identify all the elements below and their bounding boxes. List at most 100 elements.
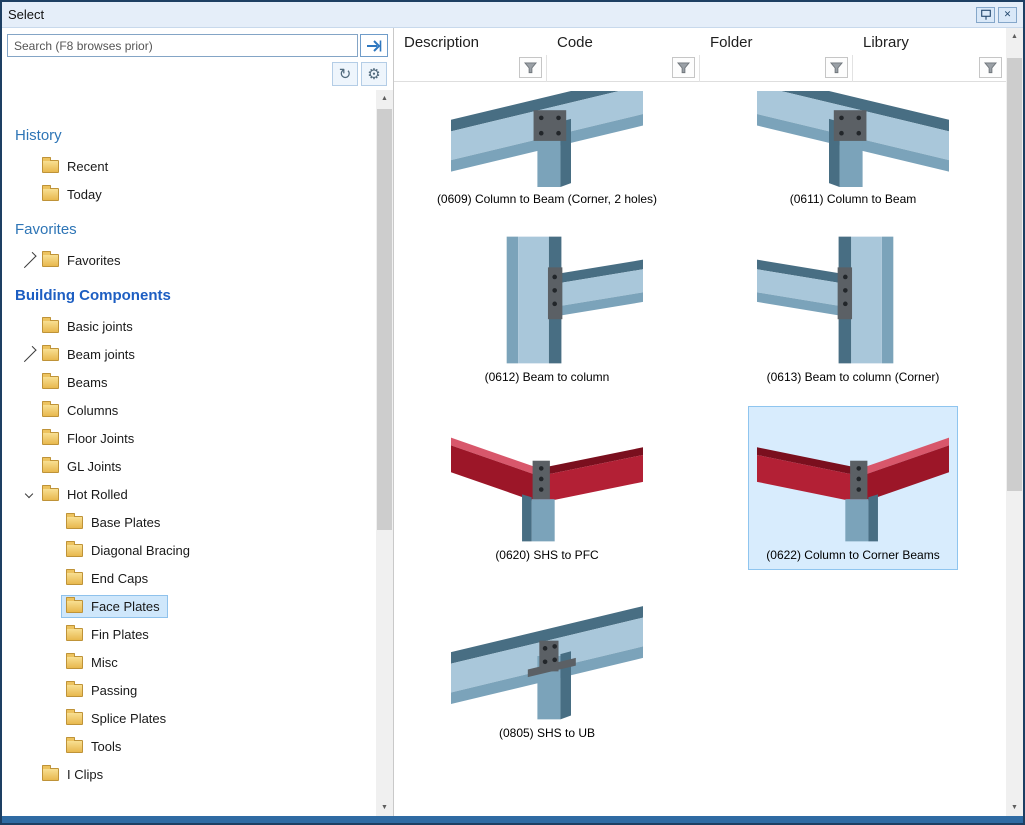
column-header-library[interactable]: Library bbox=[853, 28, 1006, 55]
column-header-description[interactable]: Description bbox=[394, 28, 547, 55]
tree-item-end-caps[interactable]: End Caps bbox=[2, 564, 376, 592]
tree-item-hot-rolled[interactable]: Hot Rolled bbox=[2, 480, 376, 508]
gear-icon: ⚙ bbox=[367, 65, 380, 83]
tree-item-gl-joints[interactable]: GL Joints bbox=[2, 452, 376, 480]
thumbnail bbox=[451, 235, 643, 365]
arrow-right-icon bbox=[366, 39, 382, 53]
filter-funnel-icon bbox=[524, 62, 537, 74]
tree-item-base-plates[interactable]: Base Plates bbox=[2, 508, 376, 536]
settings-button[interactable]: ⚙ bbox=[361, 62, 387, 86]
column-header-folder[interactable]: Folder bbox=[700, 28, 853, 55]
result-item-0620[interactable]: (0620) SHS to PFC bbox=[442, 406, 652, 570]
tree-item-misc[interactable]: Misc bbox=[2, 648, 376, 676]
chevron-right-icon[interactable] bbox=[20, 346, 36, 362]
tree-item-today[interactable]: Today bbox=[2, 180, 376, 208]
close-icon: ✕ bbox=[1004, 10, 1012, 19]
thumbnail bbox=[451, 91, 643, 187]
tree-item-fin-plates[interactable]: Fin Plates bbox=[2, 620, 376, 648]
tree-item-face-plates[interactable]: Face Plates bbox=[2, 592, 376, 620]
tree-item-beams[interactable]: Beams bbox=[2, 368, 376, 396]
filter-description-button[interactable] bbox=[519, 57, 542, 78]
folder-icon bbox=[66, 712, 83, 725]
tree-section-history[interactable]: History bbox=[2, 114, 376, 152]
tree-toolbar: ↻ ⚙ bbox=[7, 62, 387, 86]
folder-icon bbox=[66, 740, 83, 753]
result-caption: (0620) SHS to PFC bbox=[495, 548, 598, 563]
joint-thumbnail-image bbox=[451, 91, 643, 187]
tree-item-tools[interactable]: Tools bbox=[2, 732, 376, 760]
search-row bbox=[7, 34, 388, 57]
window-title: Select bbox=[8, 7, 44, 22]
folder-icon bbox=[66, 628, 83, 641]
component-tree: History Recent Today Favorites bbox=[2, 90, 376, 816]
folder-icon bbox=[42, 488, 59, 501]
tree-item-favorites[interactable]: Favorites bbox=[2, 246, 376, 274]
tree-section-favorites[interactable]: Favorites bbox=[2, 208, 376, 246]
result-caption: (0612) Beam to column bbox=[485, 370, 610, 385]
chevron-right-icon[interactable] bbox=[20, 252, 36, 268]
thumbnail bbox=[757, 91, 949, 187]
column-header-code[interactable]: Code bbox=[547, 28, 700, 55]
scroll-down-icon[interactable]: ▼ bbox=[376, 799, 393, 816]
thumbnail bbox=[757, 235, 949, 365]
joint-thumbnail-image bbox=[451, 591, 643, 721]
folder-icon bbox=[66, 600, 83, 613]
results-scrollbar[interactable]: ▲ ▼ bbox=[1006, 28, 1023, 816]
joint-thumbnail-image bbox=[757, 235, 949, 365]
joint-thumbnail-image bbox=[757, 91, 949, 187]
tree-item-basic-joints[interactable]: Basic joints bbox=[2, 312, 376, 340]
tree-item-diagonal-bracing[interactable]: Diagonal Bracing bbox=[2, 536, 376, 564]
tree-item-passing[interactable]: Passing bbox=[2, 676, 376, 704]
folder-icon bbox=[66, 572, 83, 585]
result-caption: (0609) Column to Beam (Corner, 2 holes) bbox=[437, 192, 657, 207]
search-input[interactable] bbox=[7, 34, 358, 57]
results-scrollbar-thumb[interactable] bbox=[1007, 58, 1022, 491]
folder-icon bbox=[42, 432, 59, 445]
tree-scrollbar-thumb[interactable] bbox=[377, 109, 392, 530]
folder-icon bbox=[66, 684, 83, 697]
filter-code-button[interactable] bbox=[672, 57, 695, 78]
tree-item-recent[interactable]: Recent bbox=[2, 152, 376, 180]
folder-icon bbox=[42, 188, 59, 201]
titlebar: Select ✕ bbox=[2, 2, 1023, 28]
column-description: Description bbox=[394, 28, 547, 81]
folder-icon bbox=[42, 254, 59, 267]
column-code: Code bbox=[547, 28, 700, 81]
result-caption: (0805) SHS to UB bbox=[499, 726, 595, 741]
folder-icon bbox=[66, 516, 83, 529]
folder-icon bbox=[66, 544, 83, 557]
thumbnail bbox=[451, 413, 643, 543]
tree-section-building-components[interactable]: Building Components bbox=[2, 274, 376, 312]
tree-item-beam-joints[interactable]: Beam joints bbox=[2, 340, 376, 368]
column-library: Library bbox=[853, 28, 1006, 81]
tree-item-i-clips[interactable]: I Clips bbox=[2, 760, 376, 788]
filter-library-button[interactable] bbox=[979, 57, 1002, 78]
result-item-0805[interactable]: (0805) SHS to UB bbox=[442, 584, 652, 748]
tree-item-floor-joints[interactable]: Floor Joints bbox=[2, 424, 376, 452]
result-item-0612[interactable]: (0612) Beam to column bbox=[442, 228, 652, 392]
tree-scrollbar[interactable]: ▲ ▼ bbox=[376, 90, 393, 816]
folder-icon bbox=[42, 160, 59, 173]
result-caption: (0611) Column to Beam bbox=[790, 192, 917, 207]
refresh-button[interactable]: ↻ bbox=[332, 62, 358, 86]
result-item-0611[interactable]: (0611) Column to Beam bbox=[748, 84, 958, 214]
tree-item-columns[interactable]: Columns bbox=[2, 396, 376, 424]
scroll-down-icon[interactable]: ▼ bbox=[1006, 799, 1023, 816]
close-button[interactable]: ✕ bbox=[998, 7, 1017, 23]
empty-grid-slot bbox=[844, 584, 862, 748]
filter-funnel-icon bbox=[984, 62, 997, 74]
tree-item-splice-plates[interactable]: Splice Plates bbox=[2, 704, 376, 732]
scroll-up-icon[interactable]: ▲ bbox=[1006, 28, 1023, 45]
pin-button[interactable] bbox=[976, 7, 995, 23]
column-folder: Folder bbox=[700, 28, 853, 81]
scroll-up-icon[interactable]: ▲ bbox=[376, 90, 393, 107]
joint-thumbnail-image bbox=[757, 413, 949, 543]
filter-funnel-icon bbox=[677, 62, 690, 74]
chevron-down-icon[interactable] bbox=[24, 490, 32, 498]
search-go-button[interactable] bbox=[360, 34, 388, 57]
result-item-0613[interactable]: (0613) Beam to column (Corner) bbox=[748, 228, 958, 392]
result-item-0622[interactable]: (0622) Column to Corner Beams bbox=[748, 406, 958, 570]
filter-folder-button[interactable] bbox=[825, 57, 848, 78]
result-item-0609[interactable]: (0609) Column to Beam (Corner, 2 holes) bbox=[428, 84, 666, 214]
filter-funnel-icon bbox=[830, 62, 843, 74]
